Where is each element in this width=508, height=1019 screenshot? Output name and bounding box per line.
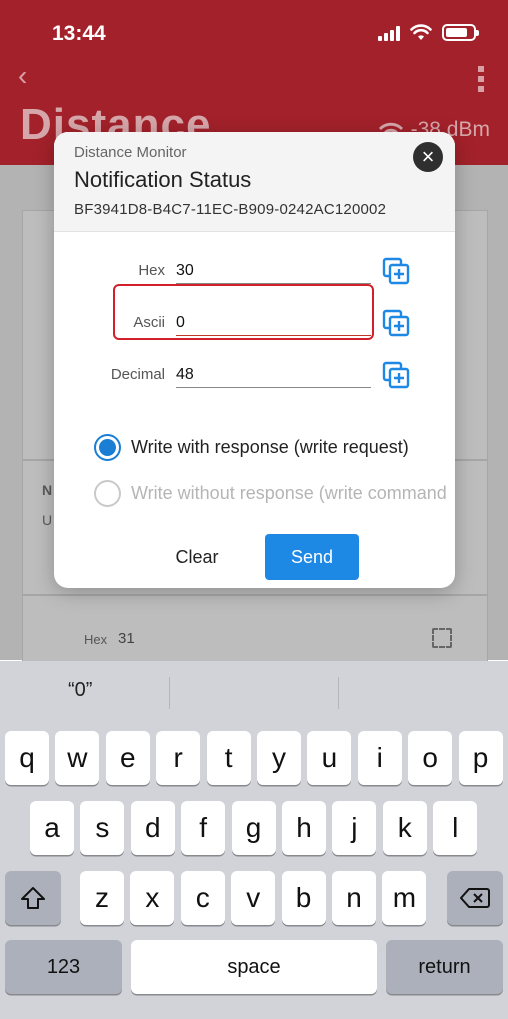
key-d[interactable]: d: [130, 801, 175, 855]
key-u[interactable]: u: [307, 731, 352, 785]
suggestion-item[interactable]: “0”: [68, 679, 92, 702]
key-v[interactable]: v: [231, 871, 276, 925]
key-h[interactable]: h: [282, 801, 326, 855]
space-key[interactable]: space: [131, 940, 377, 994]
back-chevron-icon[interactable]: ‹: [18, 60, 27, 92]
key-k[interactable]: k: [382, 801, 427, 855]
background-text: N: [42, 482, 53, 498]
key-g[interactable]: g: [231, 801, 276, 855]
overflow-menu-icon[interactable]: [478, 66, 484, 92]
key-p[interactable]: p: [458, 731, 503, 785]
key-e[interactable]: e: [105, 731, 150, 785]
ascii-highlight-box: [113, 284, 374, 340]
key-m[interactable]: m: [382, 871, 427, 925]
key-l[interactable]: l: [433, 801, 478, 855]
backspace-icon: [460, 888, 490, 908]
return-key[interactable]: return: [386, 940, 503, 994]
background-hex-label: Hex: [84, 632, 108, 647]
write-without-response-option[interactable]: Write without response (write command: [94, 480, 447, 507]
decimal-field-row: Decimal: [54, 354, 455, 394]
cellular-signal-icon: [378, 25, 400, 41]
key-y[interactable]: y: [257, 731, 301, 785]
decimal-label: Decimal: [110, 366, 165, 383]
key-r[interactable]: r: [156, 731, 201, 785]
key-i[interactable]: i: [357, 731, 402, 785]
key-t[interactable]: t: [206, 731, 251, 785]
key-a[interactable]: a: [30, 801, 74, 855]
status-time: 13:44: [52, 22, 106, 45]
background-text: U: [42, 512, 53, 528]
key-x[interactable]: x: [130, 871, 175, 925]
copy-hex-icon[interactable]: [381, 256, 411, 286]
key-f[interactable]: f: [181, 801, 226, 855]
background-hex-value: 31: [118, 630, 135, 647]
copy-ascii-icon[interactable]: [381, 308, 411, 338]
hex-input[interactable]: [176, 258, 371, 284]
shift-icon: [21, 887, 45, 909]
background-copy-icon: [432, 628, 452, 648]
write-without-response-label: Write without response (write command: [131, 483, 447, 503]
write-with-response-label: Write with response (write request): [131, 437, 409, 457]
numbers-key[interactable]: 123: [5, 940, 122, 994]
ios-keyboard: “0” qwertyuiop asdfghjkl zxcvbnm 123 spa…: [0, 661, 508, 1019]
suggestion-divider: [338, 677, 339, 709]
delete-key[interactable]: [447, 871, 503, 925]
wifi-icon: [410, 24, 432, 40]
suggestion-divider: [169, 677, 170, 709]
decimal-input[interactable]: [176, 362, 371, 388]
battery-icon: [442, 24, 479, 41]
clear-button[interactable]: Clear: [154, 534, 240, 580]
dialog-title: Notification Status: [74, 167, 252, 192]
radio-unchecked[interactable]: [94, 480, 121, 507]
key-n[interactable]: n: [332, 871, 376, 925]
send-button[interactable]: Send: [265, 534, 359, 580]
key-j[interactable]: j: [332, 801, 377, 855]
key-c[interactable]: c: [180, 871, 225, 925]
write-with-response-option[interactable]: Write with response (write request): [94, 434, 409, 461]
status-icons: [378, 24, 479, 41]
key-q[interactable]: q: [5, 731, 49, 785]
key-z[interactable]: z: [80, 871, 124, 925]
key-w[interactable]: w: [55, 731, 100, 785]
key-o[interactable]: o: [408, 731, 453, 785]
key-s[interactable]: s: [80, 801, 125, 855]
write-value-dialog: Distance Monitor Notification Status BF3…: [54, 132, 455, 588]
close-button[interactable]: ×: [413, 142, 443, 172]
characteristic-uuid: BF3941D8-B4C7-11EC-B909-0242AC120002: [74, 201, 387, 218]
shift-key[interactable]: [5, 871, 61, 925]
dialog-subtitle: Distance Monitor: [74, 144, 187, 161]
close-icon: ×: [421, 144, 435, 169]
suggestion-bar: “0”: [0, 661, 508, 723]
radio-checked[interactable]: [94, 434, 121, 461]
copy-decimal-icon[interactable]: [381, 360, 411, 390]
hex-label: Hex: [138, 262, 165, 279]
dialog-header: Distance Monitor Notification Status BF3…: [54, 132, 455, 232]
key-b[interactable]: b: [281, 871, 326, 925]
